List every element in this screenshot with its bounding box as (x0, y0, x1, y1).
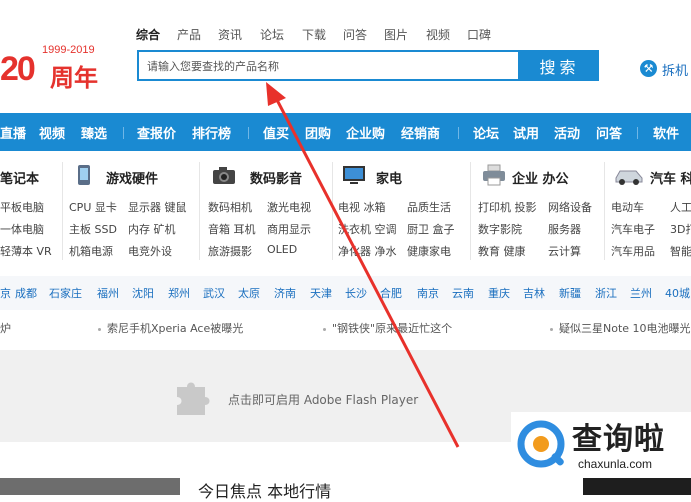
annotation-arrow (266, 82, 460, 448)
